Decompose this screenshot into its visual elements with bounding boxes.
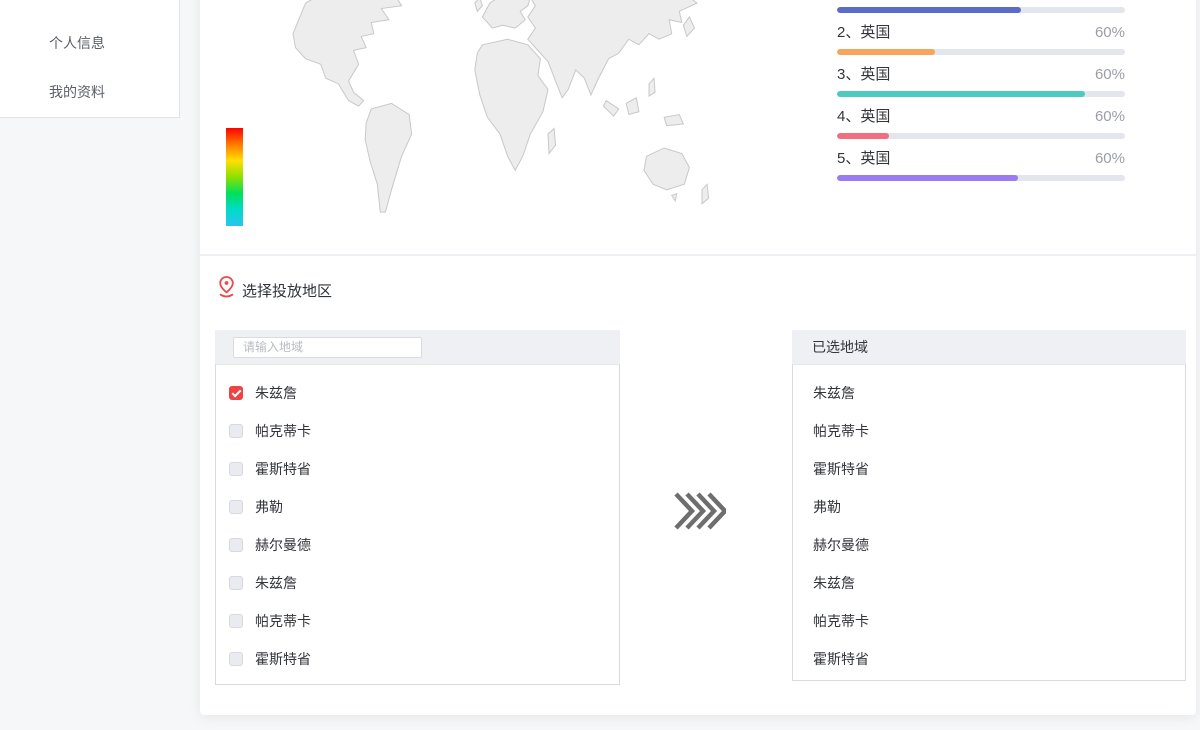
source-region-row[interactable]: 赫尔曼德 bbox=[216, 526, 619, 564]
region-label: 赫尔曼德 bbox=[255, 535, 311, 555]
ranking-row: 4、英国 60% bbox=[837, 107, 1125, 149]
ranking-row: 5、英国 60% bbox=[837, 149, 1125, 191]
ranking-percent: 60% bbox=[1095, 107, 1125, 127]
section-divider bbox=[200, 254, 1196, 256]
selected-region-row[interactable]: 霍斯特省 bbox=[793, 640, 1185, 678]
ranking-bar-track bbox=[837, 133, 1125, 139]
selected-region-row[interactable]: 赫尔曼德 bbox=[793, 526, 1185, 564]
region-label: 帕克蒂卡 bbox=[255, 611, 311, 631]
ranking-row bbox=[837, 0, 1125, 23]
world-map bbox=[245, 0, 750, 240]
ranking-bar-fill bbox=[837, 7, 1021, 13]
source-region-row[interactable]: 霍斯特省 bbox=[216, 640, 619, 678]
ranking-bar-track bbox=[837, 91, 1125, 97]
ranking-bar-track bbox=[837, 49, 1125, 55]
source-region-row[interactable]: 帕克蒂卡 bbox=[216, 602, 619, 640]
region-search-input[interactable] bbox=[233, 337, 422, 358]
location-pin-icon bbox=[217, 275, 236, 298]
region-label: 朱兹詹 bbox=[255, 573, 297, 593]
region-label: 帕克蒂卡 bbox=[255, 421, 311, 441]
ranking-bar-fill bbox=[837, 49, 935, 55]
transfer-arrows-icon[interactable] bbox=[674, 491, 726, 531]
region-checkbox[interactable] bbox=[229, 652, 243, 666]
region-checkbox[interactable] bbox=[229, 462, 243, 476]
region-checkbox[interactable] bbox=[229, 500, 243, 514]
ranking-percent: 60% bbox=[1095, 65, 1125, 85]
selected-region-row[interactable]: 弗勒 bbox=[793, 488, 1185, 526]
source-region-row[interactable]: 帕克蒂卡 bbox=[216, 412, 619, 450]
region-checkbox[interactable] bbox=[229, 386, 243, 400]
selected-region-row[interactable]: 朱兹詹 bbox=[793, 564, 1185, 602]
ranking-bar-track bbox=[837, 175, 1125, 181]
country-ranking-list: 2、英国 60% 3、英国 60% 4、英国 60% 5、英国 60% bbox=[837, 0, 1125, 191]
source-region-list: 朱兹詹 帕克蒂卡 霍斯特省 弗勒 赫尔曼德 朱兹詹 帕克蒂卡 霍斯特省 bbox=[215, 364, 620, 685]
ranking-row: 3、英国 60% bbox=[837, 65, 1125, 107]
region-label: 霍斯特省 bbox=[255, 649, 311, 669]
source-region-row[interactable]: 霍斯特省 bbox=[216, 450, 619, 488]
selected-region-row[interactable]: 帕克蒂卡 bbox=[793, 602, 1185, 640]
ranking-label: 2、英国 bbox=[837, 23, 890, 43]
source-region-row[interactable]: 弗勒 bbox=[216, 488, 619, 526]
selected-region-row[interactable]: 霍斯特省 bbox=[793, 450, 1185, 488]
region-label: 弗勒 bbox=[255, 497, 283, 517]
ranking-bar-fill bbox=[837, 91, 1085, 97]
sidebar: 个人信息 我的资料 bbox=[0, 0, 180, 118]
target-panel-title: 已选地域 bbox=[812, 337, 868, 357]
selected-region-row[interactable]: 帕克蒂卡 bbox=[793, 412, 1185, 450]
region-checkbox[interactable] bbox=[229, 614, 243, 628]
ranking-percent: 60% bbox=[1095, 23, 1125, 43]
region-label: 朱兹詹 bbox=[255, 383, 297, 403]
region-checkbox[interactable] bbox=[229, 538, 243, 552]
ranking-label: 5、英国 bbox=[837, 149, 890, 169]
sidebar-item-my-profile[interactable]: 我的资料 bbox=[49, 82, 105, 102]
selected-region-list: 朱兹詹 帕克蒂卡 霍斯特省 弗勒 赫尔曼德 朱兹詹 帕克蒂卡 霍斯特省 bbox=[792, 364, 1186, 681]
source-panel-header bbox=[215, 330, 620, 364]
clipped-menu-item bbox=[24, 0, 69, 2]
region-checkbox[interactable] bbox=[229, 576, 243, 590]
map-heat-legend bbox=[226, 128, 243, 226]
ranking-row: 2、英国 60% bbox=[837, 23, 1125, 65]
target-panel-header: 已选地域 bbox=[792, 330, 1186, 364]
ranking-bar-track bbox=[837, 7, 1125, 13]
ranking-bar-fill bbox=[837, 133, 889, 139]
source-region-row[interactable]: 朱兹詹 bbox=[216, 374, 619, 412]
source-region-row[interactable]: 朱兹詹 bbox=[216, 564, 619, 602]
ranking-label: 4、英国 bbox=[837, 107, 890, 127]
region-label: 霍斯特省 bbox=[255, 459, 311, 479]
section-title: 选择投放地区 bbox=[242, 280, 332, 301]
sidebar-item-personal-info[interactable]: 个人信息 bbox=[49, 33, 105, 53]
ranking-label: 3、英国 bbox=[837, 65, 890, 85]
selected-region-row[interactable]: 朱兹詹 bbox=[793, 374, 1185, 412]
region-source-panel: 朱兹詹 帕克蒂卡 霍斯特省 弗勒 赫尔曼德 朱兹詹 帕克蒂卡 霍斯特省 bbox=[215, 330, 620, 685]
region-target-panel: 已选地域 朱兹詹 帕克蒂卡 霍斯特省 弗勒 赫尔曼德 朱兹詹 帕克蒂卡 霍斯特省 bbox=[792, 330, 1186, 681]
ranking-percent: 60% bbox=[1095, 149, 1125, 169]
region-checkbox[interactable] bbox=[229, 424, 243, 438]
ranking-bar-fill bbox=[837, 175, 1018, 181]
